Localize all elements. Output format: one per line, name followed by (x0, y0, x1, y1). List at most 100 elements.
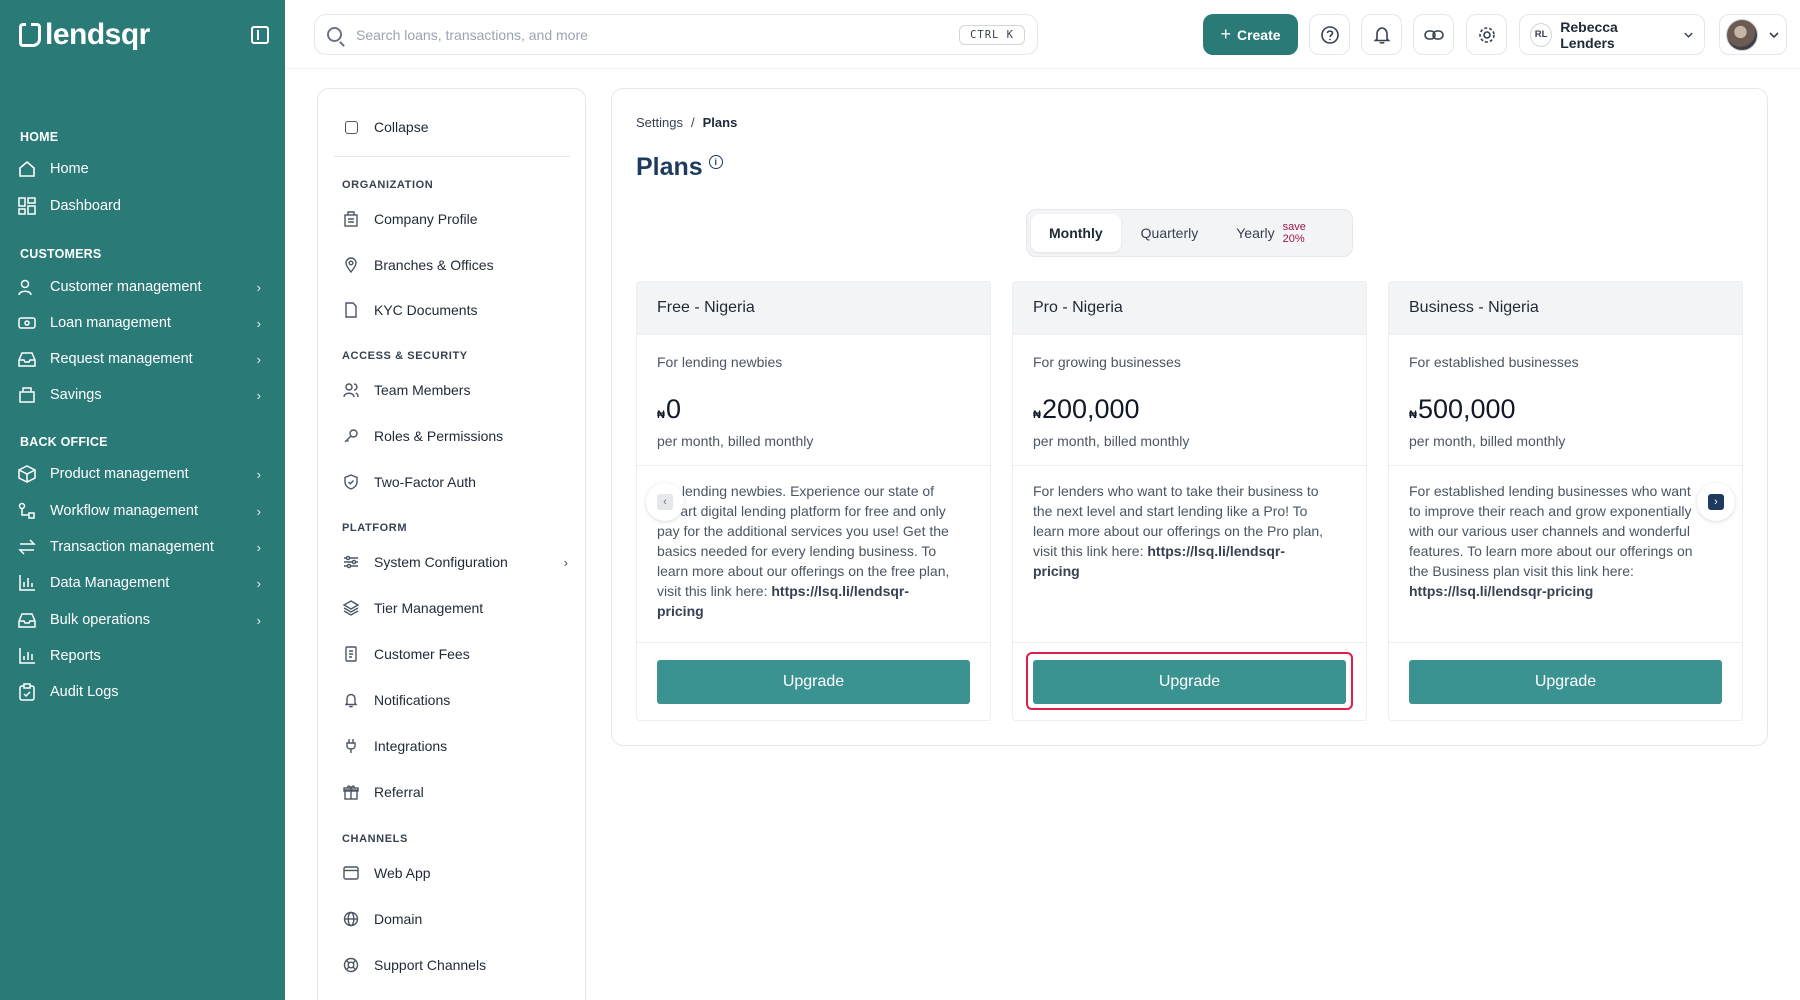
sidebar-item-loan-management[interactable]: Loan management › (17, 309, 269, 337)
chevron-right-icon: › (256, 351, 261, 367)
sidebar-item-dashboard[interactable]: Dashboard (17, 192, 269, 220)
sidebar-item-label: Reports (50, 648, 101, 664)
price-amount: 500,000 (1417, 394, 1516, 424)
create-label: Create (1236, 26, 1281, 43)
settings-item-web-app[interactable]: Web App (342, 857, 572, 889)
plan-card-free: Free - Nigeria For lending newbies ₦ 0 p… (636, 281, 991, 721)
settings-item-integrations[interactable]: Integrations (342, 730, 572, 762)
gear-icon (1478, 26, 1495, 43)
chevron-down-icon (1684, 32, 1693, 38)
pricing-link[interactable]: https://lsq.li/lendsqr-pricing (1409, 581, 1727, 601)
settings-item-two-factor-auth[interactable]: Two-Factor Auth (342, 466, 572, 498)
breadcrumb-settings[interactable]: Settings (636, 115, 683, 130)
settings-item-referral[interactable]: Referral (342, 776, 572, 808)
pricing-link-cont[interactable]: pricing (1033, 561, 1351, 581)
toggle-quarterly[interactable]: Quarterly (1123, 214, 1217, 252)
chevron-right-icon: › (256, 315, 261, 331)
currency-symbol: ₦ (657, 409, 665, 421)
plan-name: Free - Nigeria (637, 282, 990, 335)
upgrade-button-business[interactable]: Upgrade (1409, 660, 1722, 704)
profile-menu[interactable] (1719, 14, 1787, 55)
link-button[interactable] (1413, 14, 1454, 55)
workflow-icon (17, 501, 37, 521)
sidebar-item-workflow-management[interactable]: Workflow management › (17, 497, 269, 525)
bar-chart-icon (17, 573, 37, 593)
info-icon[interactable]: i (708, 155, 723, 169)
settings-collapse[interactable]: Collapse (342, 111, 572, 143)
sidebar-collapse-icon[interactable] (251, 26, 269, 44)
settings-item-customer-fees[interactable]: Customer Fees (342, 638, 572, 670)
sidebar-item-product-management[interactable]: Product management › (17, 460, 269, 488)
toggle-monthly[interactable]: Monthly (1031, 214, 1121, 252)
search-input[interactable] (356, 26, 960, 43)
chevron-right-icon: › (1708, 494, 1724, 510)
carousel-prev-button[interactable]: ‹ (646, 483, 684, 521)
settings-item-system-configuration[interactable]: System Configuration › (342, 546, 572, 578)
pricing-link-cont[interactable]: pricing (657, 601, 975, 621)
breadcrumb-separator: / (690, 115, 695, 130)
loan-icon (17, 313, 37, 333)
plan-subtitle: For established businesses (1409, 354, 1579, 370)
help-icon (1320, 25, 1339, 44)
sidebar-item-request-management[interactable]: Request management › (17, 345, 269, 373)
pricing-link[interactable]: https://lsq.li/lendsqr- (1147, 543, 1285, 559)
sidebar-item-reports[interactable]: Reports (17, 642, 269, 670)
help-button[interactable] (1309, 14, 1350, 55)
plug-icon (342, 737, 360, 755)
brand-logo[interactable]: lendsqr (19, 18, 150, 52)
sidebar-item-label: Transaction management (50, 539, 214, 555)
toggle-yearly[interactable]: Yearly save 20% (1218, 214, 1348, 252)
toggle-label: Monthly (1049, 225, 1103, 241)
settings-item-domain[interactable]: Domain (342, 903, 572, 935)
sidebar-item-bulk-operations[interactable]: Bulk operations › (17, 606, 269, 634)
savings-icon (17, 385, 37, 405)
settings-item-kyc-documents[interactable]: KYC Documents (342, 294, 572, 326)
plan-price: ₦ 0 (657, 394, 681, 425)
sidebar-item-customer-management[interactable]: Customer management › (17, 273, 269, 301)
settings-item-support-channels[interactable]: Support Channels (342, 949, 572, 981)
sidebar-item-data-management[interactable]: Data Management › (17, 569, 269, 597)
gift-icon (342, 783, 360, 801)
sidebar-item-savings[interactable]: Savings › (17, 381, 269, 409)
settings-item-notifications[interactable]: Notifications (342, 684, 572, 716)
price-amount: 200,000 (1041, 394, 1140, 424)
settings-section-organization: ORGANIZATION (342, 179, 434, 191)
settings-item-label: Web App (374, 865, 431, 881)
settings-button[interactable] (1466, 14, 1507, 55)
settings-item-roles-permissions[interactable]: Roles & Permissions (342, 420, 572, 452)
toggle-label: Yearly (1236, 225, 1275, 241)
global-search[interactable]: CTRL K (314, 14, 1038, 55)
settings-section-access-security: ACCESS & SECURITY (342, 350, 468, 362)
settings-item-label: Branches & Offices (374, 257, 494, 273)
plan-price: ₦ 500,000 (1409, 394, 1516, 425)
settings-item-label: Team Members (374, 382, 471, 398)
settings-item-team-members[interactable]: Team Members (342, 374, 572, 406)
desc-line: pay for the additional services you use!… (657, 523, 949, 539)
create-button[interactable]: + Create (1203, 14, 1298, 55)
desc-line: visit this link here: (1033, 543, 1148, 559)
settings-item-tier-management[interactable]: Tier Management (342, 592, 572, 624)
carousel-next-button[interactable]: › (1697, 483, 1735, 521)
sidebar-item-label: Workflow management (50, 503, 199, 519)
upgrade-button-pro[interactable]: Upgrade (1033, 660, 1346, 704)
plan-description: For lending newbies. Experience our stat… (657, 481, 975, 621)
settings-collapse-label: Collapse (374, 119, 429, 135)
plan-price: ₦ 200,000 (1033, 394, 1140, 425)
sidebar-item-audit-logs[interactable]: Audit Logs (17, 678, 269, 706)
sidebar-item-label: Savings (50, 387, 102, 403)
upgrade-button-free[interactable]: Upgrade (657, 660, 970, 704)
notifications-button[interactable] (1361, 14, 1402, 55)
sidebar-item-label: Customer management (50, 279, 202, 295)
settings-item-label: Referral (374, 784, 424, 800)
settings-item-label: Support Channels (374, 957, 487, 973)
plan-name: Pro - Nigeria (1013, 282, 1366, 335)
clipboard-icon (17, 682, 37, 702)
settings-item-branches[interactable]: Branches & Offices (342, 249, 572, 281)
settings-item-label: Two-Factor Auth (374, 474, 476, 490)
pricing-link[interactable]: https://lsq.li/lendsqr- (771, 583, 909, 599)
sidebar-item-home[interactable]: Home (17, 155, 269, 183)
user-menu[interactable]: RL Rebecca Lenders (1519, 14, 1705, 55)
settings-item-company-profile[interactable]: Company Profile (342, 203, 572, 235)
sidebar-item-transaction-management[interactable]: Transaction management › (17, 533, 269, 561)
collapse-icon (342, 118, 360, 136)
